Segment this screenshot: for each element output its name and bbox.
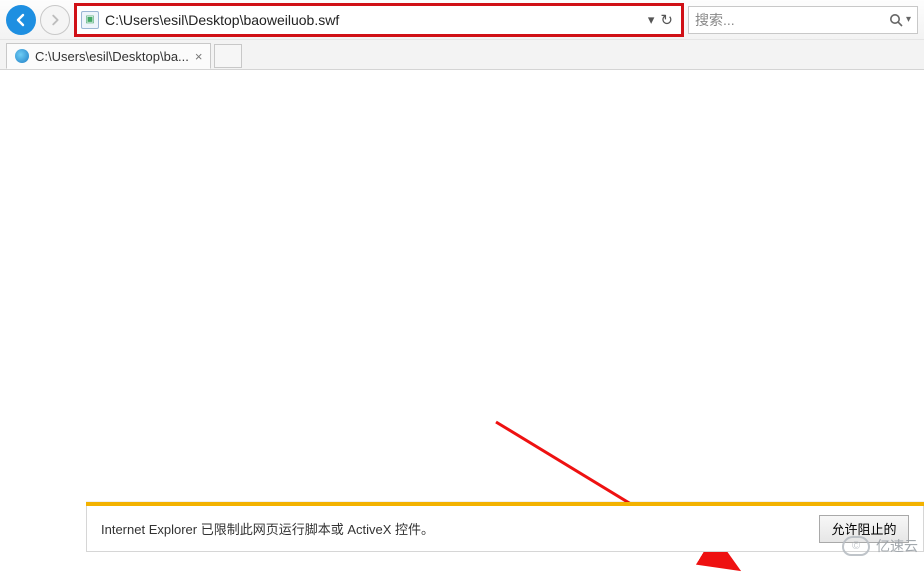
address-text: C:\Users\esil\Desktop\baoweiluob.swf <box>105 12 648 28</box>
page-content: Internet Explorer 已限制此网页运行脚本或 ActiveX 控件… <box>0 70 924 562</box>
new-tab-button[interactable] <box>214 44 242 68</box>
search-placeholder: 搜索... <box>695 10 735 30</box>
annotation-arrow-icon <box>490 416 760 586</box>
address-controls: ▾ ↻ <box>648 11 677 29</box>
tab-title: C:\Users\esil\Desktop\ba... <box>35 49 189 64</box>
tab-active[interactable]: C:\Users\esil\Desktop\ba... × <box>6 43 211 69</box>
search-icon[interactable]: ▾ <box>888 12 911 28</box>
navigation-bar: ▣ C:\Users\esil\Desktop\baoweiluob.swf ▾… <box>0 0 924 40</box>
file-type-icon: ▣ <box>81 11 99 29</box>
tab-strip: C:\Users\esil\Desktop\ba... × <box>0 40 924 70</box>
forward-button[interactable] <box>40 5 70 35</box>
cloud-icon <box>842 536 870 556</box>
infobar-message: Internet Explorer 已限制此网页运行脚本或 ActiveX 控件… <box>101 519 434 538</box>
watermark: 亿速云 <box>842 536 918 556</box>
dropdown-icon[interactable]: ▾ <box>648 12 655 28</box>
back-button[interactable] <box>6 5 36 35</box>
refresh-icon[interactable]: ↻ <box>660 11 673 29</box>
security-infobar: Internet Explorer 已限制此网页运行脚本或 ActiveX 控件… <box>86 502 924 552</box>
close-icon[interactable]: × <box>195 49 203 64</box>
ie-icon <box>15 49 29 63</box>
watermark-text: 亿速云 <box>876 536 918 556</box>
address-bar[interactable]: ▣ C:\Users\esil\Desktop\baoweiluob.swf ▾… <box>74 3 684 37</box>
search-box[interactable]: 搜索... ▾ <box>688 6 918 34</box>
